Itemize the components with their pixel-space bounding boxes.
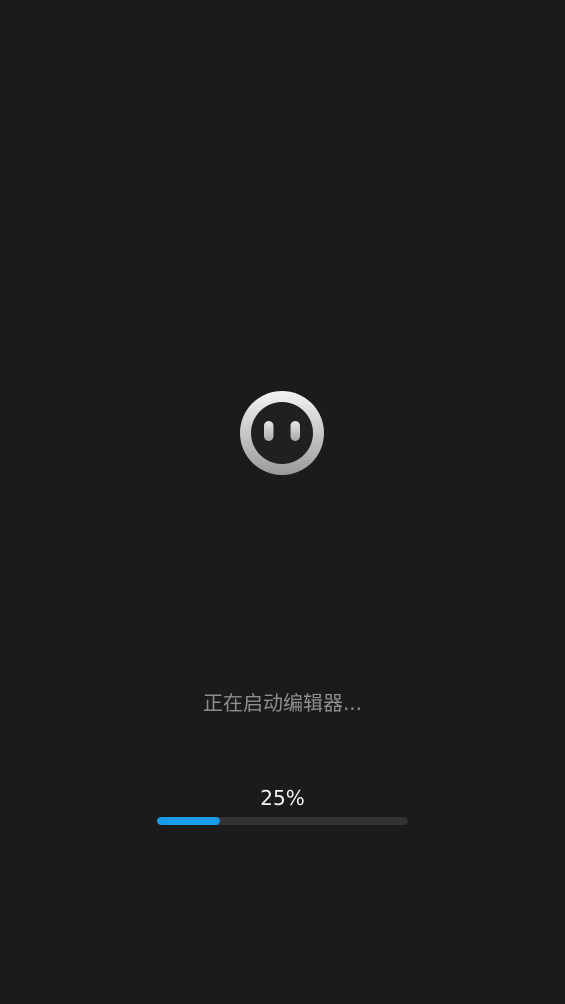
progress-bar: [157, 817, 408, 825]
splash-screen: 正在启动编辑器... 25%: [0, 0, 565, 1004]
face-logo-icon: [240, 391, 324, 475]
progress-percent-label: 25%: [260, 786, 305, 810]
progress-bar-fill: [157, 817, 220, 825]
loading-status-text: 正在启动编辑器...: [202, 691, 363, 715]
